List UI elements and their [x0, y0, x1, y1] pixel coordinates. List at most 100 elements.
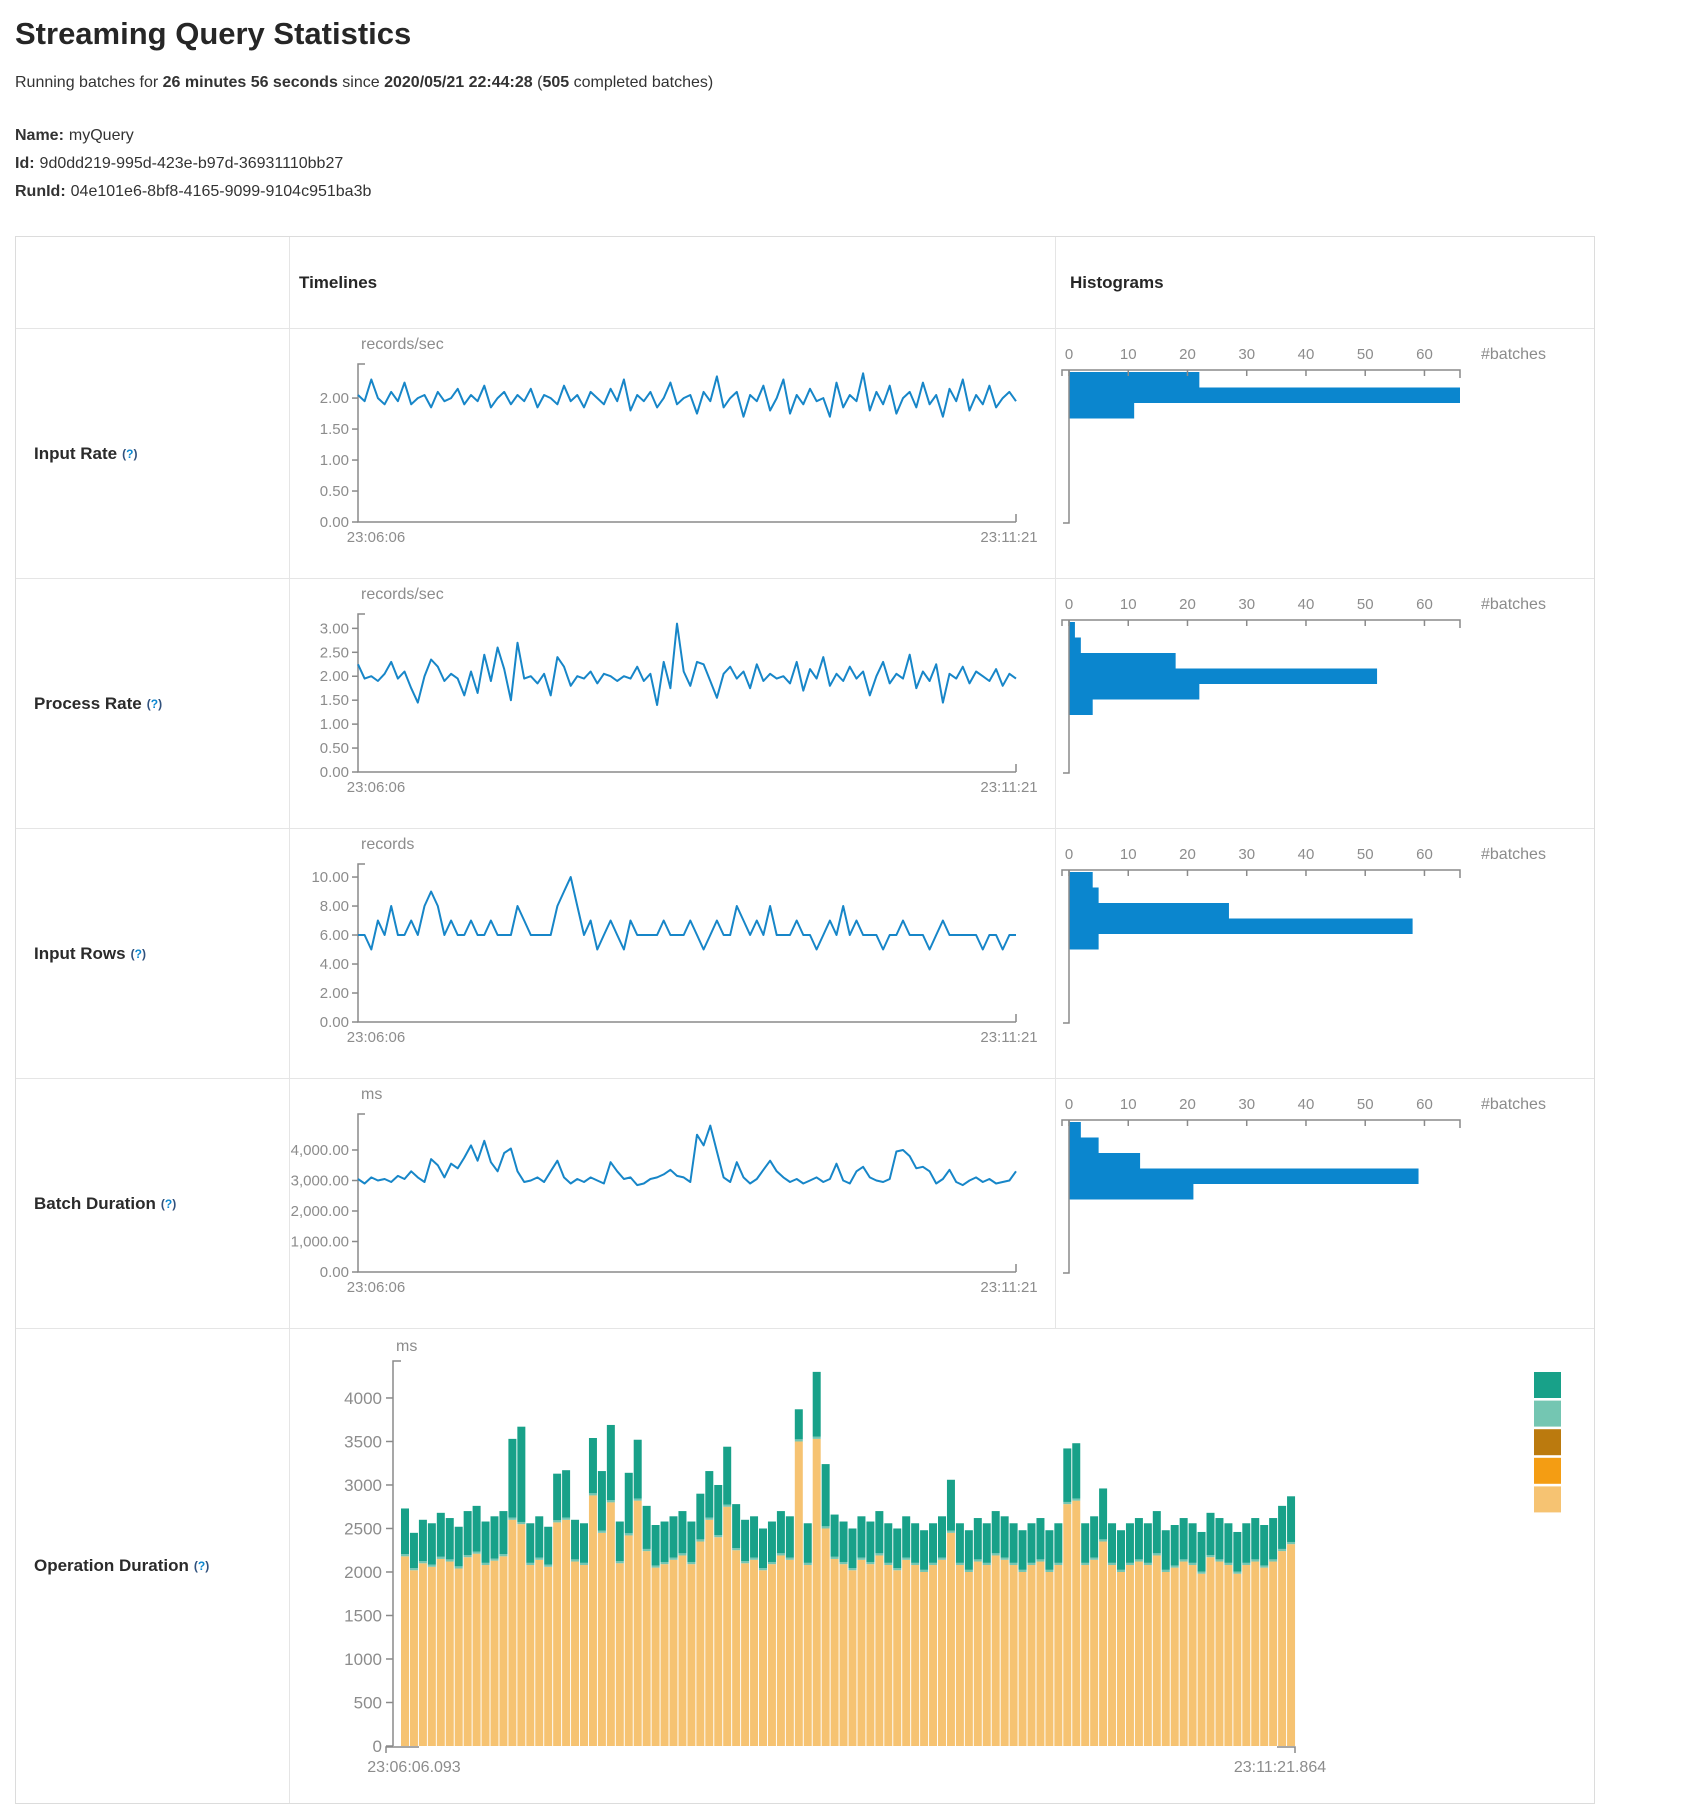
svg-text:1.00: 1.00: [320, 716, 349, 733]
svg-text:records: records: [361, 836, 414, 853]
svg-text:23:06:06: 23:06:06: [347, 1279, 405, 1296]
input-rows-histogram-cell: 0102030405060#batches: [1056, 829, 1594, 1079]
input-rows-help-icon[interactable]: (?): [131, 947, 146, 961]
svg-text:20: 20: [1179, 596, 1196, 613]
svg-text:500: 500: [354, 1693, 382, 1712]
svg-text:0.50: 0.50: [320, 740, 349, 757]
input-rate-help-icon[interactable]: (?): [122, 447, 137, 461]
svg-text:40: 40: [1298, 846, 1315, 863]
batch-duration-timeline-chart: ms0.001,000.002,000.003,000.004,000.0023…: [290, 1079, 1055, 1328]
svg-text:0: 0: [1065, 596, 1073, 613]
svg-text:2000: 2000: [344, 1563, 382, 1582]
svg-text:23:11:21.864: 23:11:21.864: [1234, 1759, 1326, 1776]
svg-text:3500: 3500: [344, 1432, 382, 1451]
svg-text:1.50: 1.50: [320, 692, 349, 709]
svg-text:3.00: 3.00: [320, 620, 349, 637]
svg-text:3,000.00: 3,000.00: [291, 1172, 349, 1189]
header-timelines: Timelines: [290, 237, 1056, 329]
svg-text:0: 0: [1065, 346, 1073, 363]
svg-text:0.00: 0.00: [320, 1264, 349, 1281]
svg-text:0.00: 0.00: [320, 764, 349, 781]
process-rate-help-icon[interactable]: (?): [147, 697, 162, 711]
svg-text:4.00: 4.00: [320, 956, 349, 973]
svg-text:4000: 4000: [344, 1389, 382, 1408]
svg-text:50: 50: [1357, 596, 1374, 613]
svg-text:60: 60: [1416, 846, 1433, 863]
query-meta: Name:myQuery Id:9d0dd219-995d-423e-b97d-…: [15, 122, 1693, 206]
row-label-input-rate: Input Rate(?): [16, 329, 290, 579]
completed-batch-count: 505: [542, 74, 569, 91]
svg-text:0.00: 0.00: [320, 1014, 349, 1031]
operation-duration-chart-cell: ms0500100015002000250030003500400023:06:…: [290, 1329, 1594, 1803]
svg-text:10: 10: [1120, 596, 1137, 613]
batch-duration-histogram-cell: 0102030405060#batches: [1056, 1079, 1594, 1329]
statistics-table: Timelines Histograms Input Rate(?) recor…: [15, 236, 1595, 1804]
svg-text:50: 50: [1357, 1096, 1374, 1113]
svg-text:60: 60: [1416, 1096, 1433, 1113]
input-rate-histogram-cell: 0102030405060#batches: [1056, 329, 1594, 579]
svg-text:1,000.00: 1,000.00: [291, 1233, 349, 1250]
svg-text:23:11:21: 23:11:21: [980, 779, 1037, 796]
svg-text:1000: 1000: [344, 1650, 382, 1669]
svg-text:4,000.00: 4,000.00: [291, 1142, 349, 1159]
input-rate-timeline-cell: records/sec0.000.501.001.502.0023:06:062…: [290, 329, 1056, 579]
svg-text:#batches: #batches: [1481, 846, 1546, 863]
svg-text:30: 30: [1238, 346, 1255, 363]
svg-text:23:11:21: 23:11:21: [980, 1279, 1037, 1296]
page: Streaming Query Statistics Running batch…: [0, 0, 1693, 1804]
svg-text:8.00: 8.00: [320, 898, 349, 915]
batch-duration-histogram-chart: 0102030405060#batches: [1056, 1079, 1593, 1328]
svg-text:23:06:06: 23:06:06: [347, 1029, 405, 1046]
svg-text:2.00: 2.00: [320, 985, 349, 1002]
svg-text:1500: 1500: [344, 1606, 382, 1625]
svg-text:0.50: 0.50: [320, 483, 349, 500]
svg-text:20: 20: [1179, 346, 1196, 363]
run-duration: 26 minutes 56 seconds: [163, 74, 338, 91]
svg-text:records/sec: records/sec: [361, 586, 444, 603]
svg-text:60: 60: [1416, 596, 1433, 613]
svg-text:2500: 2500: [344, 1519, 382, 1538]
svg-text:30: 30: [1238, 1096, 1255, 1113]
running-batches-summary: Running batches for 26 minutes 56 second…: [15, 74, 1693, 92]
svg-text:6.00: 6.00: [320, 927, 349, 944]
svg-text:10.00: 10.00: [311, 869, 349, 886]
batch-duration-help-icon[interactable]: (?): [161, 1197, 176, 1211]
start-timestamp: 2020/05/21 22:44:28: [384, 74, 533, 91]
query-name-row: Name:myQuery: [15, 122, 1693, 150]
svg-text:50: 50: [1357, 346, 1374, 363]
page-title: Streaming Query Statistics: [15, 16, 1693, 52]
svg-text:50: 50: [1357, 846, 1374, 863]
svg-text:23:06:06: 23:06:06: [347, 529, 405, 546]
svg-text:10: 10: [1120, 346, 1137, 363]
query-name-value: myQuery: [69, 127, 134, 144]
header-empty-cell: [16, 237, 290, 329]
svg-text:2,000.00: 2,000.00: [291, 1203, 349, 1220]
input-rows-histogram-chart: 0102030405060#batches: [1056, 829, 1593, 1078]
input-rate-timeline-chart: records/sec0.000.501.001.502.0023:06:062…: [290, 329, 1055, 578]
svg-text:0: 0: [1065, 1096, 1073, 1113]
header-histograms: Histograms: [1056, 237, 1594, 329]
operation-duration-help-icon[interactable]: (?): [194, 1559, 209, 1573]
svg-text:1.50: 1.50: [320, 421, 349, 438]
svg-text:0: 0: [373, 1737, 382, 1756]
svg-text:#batches: #batches: [1481, 596, 1546, 613]
row-label-operation-duration: Operation Duration(?): [16, 1329, 290, 1803]
svg-text:30: 30: [1238, 596, 1255, 613]
svg-text:23:11:21: 23:11:21: [980, 1029, 1037, 1046]
svg-text:ms: ms: [396, 1338, 417, 1355]
svg-text:#batches: #batches: [1481, 1096, 1546, 1113]
svg-text:20: 20: [1179, 846, 1196, 863]
process-rate-timeline-chart: records/sec0.000.501.001.502.002.503.002…: [290, 579, 1055, 828]
svg-text:3000: 3000: [344, 1476, 382, 1495]
process-rate-timeline-cell: records/sec0.000.501.001.502.002.503.002…: [290, 579, 1056, 829]
svg-text:#batches: #batches: [1481, 346, 1546, 363]
process-rate-histogram-chart: 0102030405060#batches: [1056, 579, 1593, 828]
input-rows-timeline-chart: records 0.00 2.00 4.00 6.00 8.00 10.00 23:06:06…: [290, 829, 1055, 1078]
svg-text:2.50: 2.50: [320, 644, 349, 661]
svg-text:10: 10: [1120, 1096, 1137, 1113]
query-runid-row: RunId:04e101e6-8bf8-4165-9099-9104c951ba…: [15, 178, 1693, 206]
svg-text:2.00: 2.00: [320, 390, 349, 407]
row-label-process-rate: Process Rate(?): [16, 579, 290, 829]
svg-text:40: 40: [1298, 346, 1315, 363]
query-runid-value: 04e101e6-8bf8-4165-9099-9104c951ba3b: [71, 183, 372, 200]
